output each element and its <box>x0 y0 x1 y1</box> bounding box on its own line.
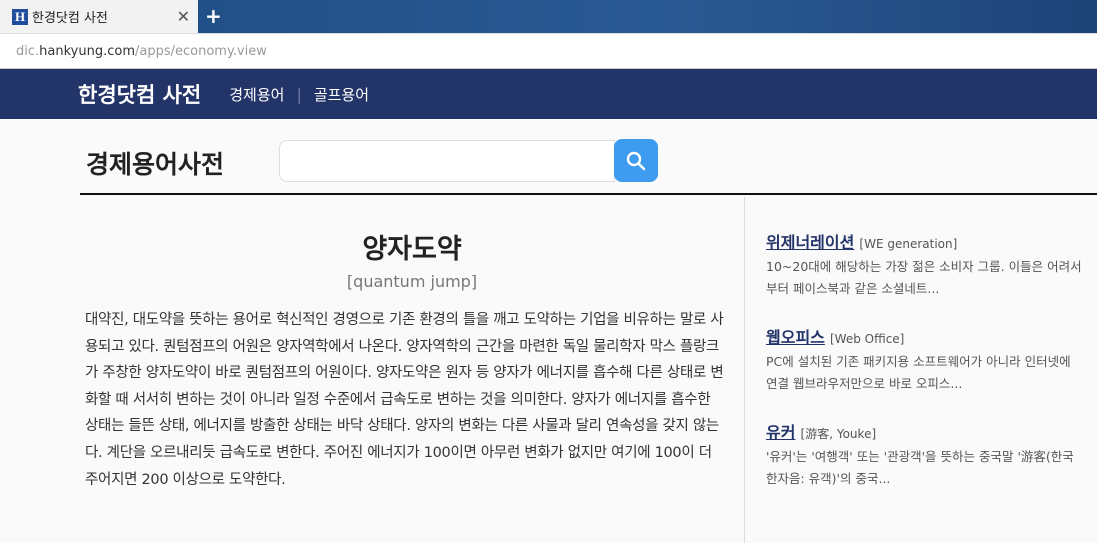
related-item-english: [Web Office] <box>829 332 905 346</box>
related-item-desc: '유커'는 '여행객' 또는 '관광객'을 뜻하는 중국말 '游客(한국 한자음… <box>766 449 1074 486</box>
related-item-desc: PC에 설치된 기존 패키지용 소프트웨어가 아니라 인터넷에 연결 웹브라우저… <box>766 354 1071 391</box>
nav-golf-terms[interactable]: 골프용어 <box>314 84 369 105</box>
article: 양자도약 [quantum jump] 대약진, 대도약을 뜻하는 용어로 혁신… <box>80 197 744 493</box>
related-terms: 위제너레이션 [WE generation] 10~20대에 해당하는 가장 젊… <box>744 197 1097 543</box>
related-item-title[interactable]: 유커 <box>766 423 795 442</box>
browser-tab[interactable]: H 한경닷컴 사전 ✕ <box>0 0 198 33</box>
related-item-english: [游客, Youke] <box>800 427 877 441</box>
related-item-title[interactable]: 위제너레이션 <box>766 233 854 252</box>
related-item: 웹오피스 [Web Office] PC에 설치된 기존 패키지용 소프트웨어가… <box>766 324 1097 395</box>
url-prefix: dic. <box>16 43 40 59</box>
site-favicon-icon: H <box>12 8 28 25</box>
url-path: /apps/economy.view <box>135 43 267 59</box>
nav-economy-terms[interactable]: 경제용어 <box>229 84 284 105</box>
address-bar[interactable]: dic. hankyung.com/apps/economy.view <box>0 33 1097 69</box>
tab-title: 한경닷컴 사전 <box>32 11 108 26</box>
search-icon <box>626 151 646 170</box>
search-input[interactable] <box>279 140 615 182</box>
new-tab-icon[interactable]: + <box>205 4 222 28</box>
page-title: 경제용어사전 <box>86 150 225 179</box>
related-item-english: [WE generation] <box>859 237 958 251</box>
article-term: 양자도약 <box>362 234 462 265</box>
site-logo[interactable]: 한경닷컴 사전 <box>78 79 201 109</box>
article-description: 대약진, 대도약을 뜻하는 용어로 혁신적인 경영으로 기존 환경의 틀을 깨고… <box>85 312 724 488</box>
nav-separator: | <box>296 84 302 104</box>
close-tab-icon[interactable]: ✕ <box>177 7 190 26</box>
search-section: 경제용어사전 <box>80 119 1097 195</box>
url-domain: hankyung.com <box>39 43 135 59</box>
related-item-title[interactable]: 웹오피스 <box>766 328 825 347</box>
search-button[interactable] <box>614 139 658 182</box>
site-nav: 한경닷컴 사전 경제용어 | 골프용어 <box>0 69 1097 119</box>
related-item-desc: 10~20대에 해당하는 가장 젊은 소비자 그룹. 이들은 어려서부터 페이스… <box>766 259 1082 296</box>
related-item: 위제너레이션 [WE generation] 10~20대에 해당하는 가장 젊… <box>766 229 1097 300</box>
related-item: 유커 [游客, Youke] '유커'는 '여행객' 또는 '관광객'을 뜻하는… <box>766 419 1097 490</box>
article-english: [quantum jump] <box>346 272 478 291</box>
browser-tab-bar: H 한경닷컴 사전 ✕ + <box>0 0 1097 33</box>
